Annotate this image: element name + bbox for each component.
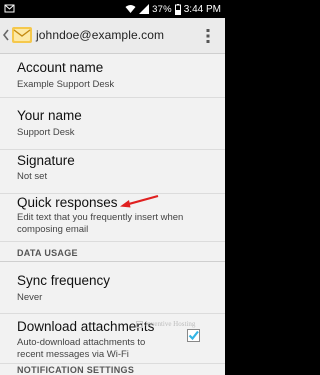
battery-percent: 37%	[152, 3, 172, 15]
pref-sync-frequency[interactable]: Sync frequency Never	[0, 262, 225, 314]
notification-mail-icon	[4, 4, 15, 13]
pref-summary: Support Desk	[17, 127, 75, 138]
pref-your-name[interactable]: Your name Support Desk	[0, 98, 225, 150]
pref-summary: Edit text that you frequently insert whe…	[17, 212, 184, 235]
pref-title: Quick responses	[17, 195, 118, 210]
watermark-logo-icon	[136, 320, 143, 328]
pref-title: Signature	[17, 153, 75, 168]
pref-summary: Example Support Desk	[17, 79, 115, 90]
email-app-icon[interactable]	[11, 24, 33, 46]
section-header-label: NOTIFICATION SETTINGS	[17, 365, 135, 375]
pref-quick-responses[interactable]: Quick responses Edit text that you frequ…	[0, 194, 225, 242]
pref-account-name[interactable]: Account name Example Support Desk	[0, 54, 225, 98]
pref-summary: Auto-download attachments to recent mess…	[17, 337, 146, 360]
overflow-menu-icon[interactable]	[205, 27, 211, 45]
pref-summary: Not set	[17, 171, 48, 182]
clock: 3:44 PM	[183, 3, 221, 15]
section-header-notification-settings: NOTIFICATION SETTINGS	[0, 359, 225, 375]
annotation-arrow-icon	[120, 194, 159, 208]
pref-title: Account name	[17, 60, 104, 75]
settings-list: Account name Example Support Desk Your n…	[0, 54, 225, 375]
pref-summary: Never	[17, 292, 43, 303]
status-icons: 37% 3:44 PM	[125, 0, 221, 18]
wifi-icon	[125, 5, 136, 13]
section-header-data-usage: DATA USAGE	[0, 242, 225, 262]
watermark: Inventive Hosting	[136, 320, 195, 328]
watermark-text: Inventive Hosting	[145, 320, 196, 328]
account-email-title: johndoe@example.com	[36, 28, 165, 42]
action-bar: johndoe@example.com	[0, 18, 225, 54]
status-bar: 37% 3:44 PM	[0, 0, 225, 18]
up-caret-icon[interactable]	[3, 29, 9, 41]
signal-icon	[139, 4, 150, 14]
section-header-label: DATA USAGE	[17, 248, 78, 258]
pref-title: Sync frequency	[17, 273, 111, 288]
pref-title: Your name	[17, 108, 82, 123]
pref-signature[interactable]: Signature Not set	[0, 150, 225, 194]
pref-title: Download attachments	[17, 319, 155, 334]
download-attachments-checkbox[interactable]	[187, 329, 200, 342]
battery-icon	[174, 3, 181, 15]
